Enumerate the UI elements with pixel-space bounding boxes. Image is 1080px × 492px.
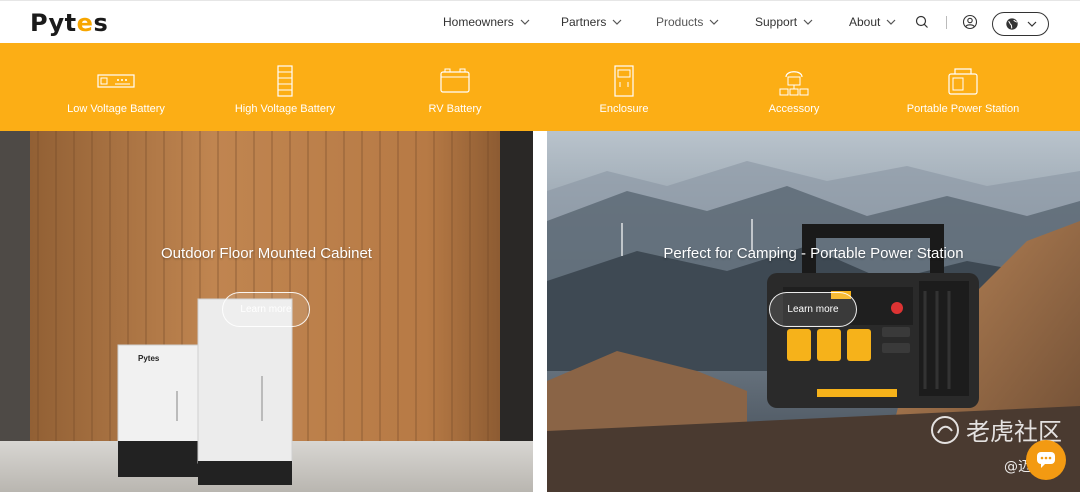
category-label: Low Voltage Battery [67,103,165,115]
product-category-bar: Low Voltage Battery High Voltage Battery… [0,43,1080,131]
enclosure-icon [614,65,634,97]
low-voltage-battery-icon [97,74,135,88]
chevron-down-icon [709,19,719,25]
chevron-down-icon [803,19,813,25]
nav-about[interactable]: About [849,15,896,29]
category-portable-power-station[interactable]: Portable Power Station [878,43,1048,131]
pytes-logo[interactable]: Pyt e s [30,9,108,37]
rv-battery-icon [440,68,470,93]
high-voltage-battery-icon [277,65,293,97]
header-divider [946,16,947,29]
nav-support-label: Support [755,15,798,29]
banner-title: Outdoor Floor Mounted Cabinet [161,245,372,262]
category-low-voltage-battery[interactable]: Low Voltage Battery [31,43,201,131]
nav-support[interactable]: Support [755,15,813,29]
category-label: Accessory [768,103,820,115]
category-label: RV Battery [428,103,482,115]
nav-homeowners-label: Homeowners [443,15,514,29]
chevron-down-icon [612,19,622,25]
chevron-down-icon [886,19,896,25]
nav-partners-label: Partners [561,15,607,29]
nav-homeowners[interactable]: Homeowners [443,15,530,29]
category-label: Enclosure [599,103,649,115]
accessory-icon [779,71,809,96]
site-header: Pyt e s Homeowners Partners Products Suppo… [0,0,1080,43]
chevron-down-icon [520,19,530,25]
chat-icon [1037,452,1055,468]
nav-partners[interactable]: Partners [561,15,622,29]
banner-outdoor-cabinet[interactable]: Pytes Outdoor Floor Mounted Cabinet Lear… [0,131,533,492]
search-icon[interactable] [914,14,930,30]
nav-about-label: About [849,15,881,29]
category-accessory[interactable]: Accessory [709,43,879,131]
nav-products-label: Products [656,15,704,29]
chat-button[interactable] [1026,440,1066,480]
nav-products[interactable]: Products [656,15,719,29]
portable-power-station-icon [948,68,978,95]
language-selector[interactable] [992,12,1049,36]
category-rv-battery[interactable]: RV Battery [370,43,540,131]
tiger-logo-icon [931,415,959,444]
learn-more-button[interactable]: Learn more [769,292,857,327]
globe-icon [1005,18,1018,30]
category-high-voltage-battery[interactable]: High Voltage Battery [200,43,370,131]
banner-title: Perfect for Camping - Portable Power Sta… [663,245,964,262]
user-icon[interactable] [962,14,978,30]
category-label: High Voltage Battery [234,103,336,115]
category-label: Portable Power Station [906,103,1020,115]
category-enclosure[interactable]: Enclosure [539,43,709,131]
chevron-down-icon [1027,21,1036,27]
learn-more-button[interactable]: Learn more [222,292,310,327]
cabinet-logo: Pytes [138,354,160,363]
